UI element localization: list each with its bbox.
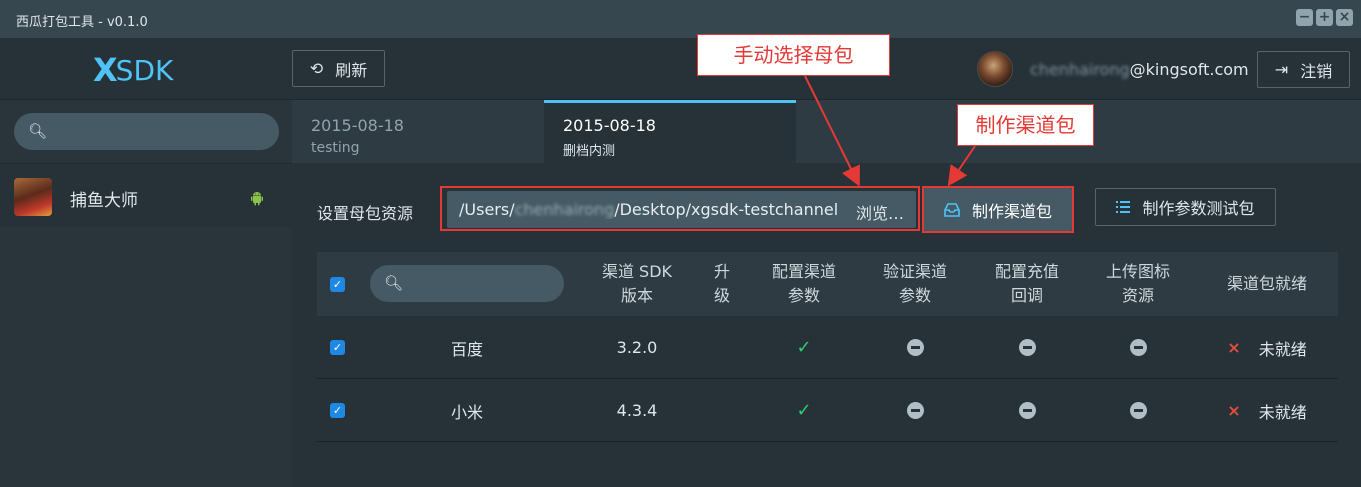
sidebar-item-game[interactable]: 捕鱼大师 [0,164,292,227]
tab-internal-test[interactable]: 2015-08-18 删档内测 [544,100,796,163]
select-all-checkbox[interactable]: ✓ [330,277,345,292]
refresh-button[interactable]: ⟲ 刷新 [292,50,385,87]
game-icon [14,178,52,216]
channel-search-input[interactable]: 🔍︎ [370,265,564,302]
status-badge: × 未就绪 [1202,379,1332,442]
refresh-icon: ⟲ [309,59,324,78]
status-badge: × 未就绪 [1202,316,1332,379]
tab-date: 2015-08-18 [563,116,656,135]
user-email: chenhairong@kingsoft.com [1030,60,1249,79]
status-text: 未就绪 [1258,339,1307,359]
refresh-label: 刷新 [335,60,368,80]
version-tabs: 2015-08-18 testing 2015-08-18 删档内测 [292,100,1361,163]
check-icon: ✓ [796,337,812,358]
minimize-icon[interactable]: − [1296,9,1313,26]
table-row[interactable]: ✓ 百度 3.2.0 ✓ × 未就绪 [317,316,1338,379]
param-button-label: 制作参数测试包 [1142,199,1255,218]
annotation-highlight-path [440,186,920,231]
status-text: 未就绪 [1258,402,1307,422]
tab-name: 删档内测 [563,144,616,159]
cross-icon: × [1227,401,1241,420]
sidebar: 🔍︎ 捕鱼大师 [0,100,292,487]
cross-icon: × [1227,338,1241,357]
col-verify-params: 验证渠道 参数 [882,262,947,305]
close-icon[interactable]: × [1336,9,1353,26]
row-checkbox[interactable]: ✓ [330,403,345,418]
user-domain: @kingsoft.com [1129,60,1249,79]
xgsdk-logo: X SDK [93,51,174,89]
window-title: 西瓜打包工具 - v0.1.0 [16,15,148,30]
table-header: ✓ 🔍︎ 渠道 SDK 版本 升 级 配置渠道 参数 验证渠道 参数 配置充值 … [317,252,1338,316]
channel-name: 百度 [450,339,483,359]
header: X SDK ⟲ 刷新 chenhairong@kingsoft.com ⇥ 注销 [0,38,1361,100]
minus-icon [977,379,1077,442]
android-icon [251,192,263,206]
list-icon [1116,201,1131,213]
logout-button[interactable]: ⇥ 注销 [1257,51,1350,88]
minus-icon [865,316,965,379]
sdk-version: 4.3.4 [616,401,658,420]
col-config-params: 配置渠道 参数 [771,262,836,305]
maximize-icon[interactable]: + [1316,9,1333,26]
minus-icon [1088,379,1188,442]
window-controls: − + × [1296,9,1353,26]
avatar[interactable] [977,51,1013,87]
channel-table: ✓ 🔍︎ 渠道 SDK 版本 升 级 配置渠道 参数 验证渠道 参数 配置充值 … [317,252,1338,442]
sidebar-item-label: 捕鱼大师 [70,191,138,211]
col-upgrade: 升 级 [713,262,730,305]
minus-icon [977,316,1077,379]
user-name-blurred: chenhairong [1030,60,1130,79]
minus-icon [865,379,965,442]
logo-x: X [93,51,118,89]
logo-sdk: SDK [115,53,174,87]
logout-icon: ⇥ [1274,60,1289,79]
tab-name: testing [311,140,360,156]
channel-name: 小米 [450,402,483,422]
search-icon: 🔍︎ [384,274,404,292]
sidebar-search-input[interactable]: 🔍︎ [14,113,279,150]
minus-icon [1088,316,1188,379]
source-label: 设置母包资源 [317,204,414,223]
title-bar: 西瓜打包工具 - v0.1.0 − + × [0,0,1361,38]
check-icon: ✓ [796,400,812,421]
row-checkbox[interactable]: ✓ [330,340,345,355]
col-upload-icon: 上传图标 资源 [1105,262,1170,305]
col-package-ready: 渠道包就绪 [1226,274,1307,293]
logout-label: 注销 [1300,61,1333,81]
tab-date: 2015-08-18 [311,116,404,135]
col-recharge-callback: 配置充值 回调 [994,262,1059,305]
search-icon: 🔍︎ [28,122,48,140]
tab-testing[interactable]: 2015-08-18 testing [292,100,544,163]
annotation-highlight-make [922,186,1074,233]
make-param-test-package-button[interactable]: 制作参数测试包 [1095,188,1276,226]
col-sdk-version: 渠道 SDK 版本 [601,262,673,305]
table-row[interactable]: ✓ 小米 4.3.4 ✓ × 未就绪 [317,379,1338,442]
annotation-make-channel: 制作渠道包 [957,104,1094,146]
annotation-select-parent: 手动选择母包 [697,34,890,76]
sdk-version: 3.2.0 [616,338,658,357]
